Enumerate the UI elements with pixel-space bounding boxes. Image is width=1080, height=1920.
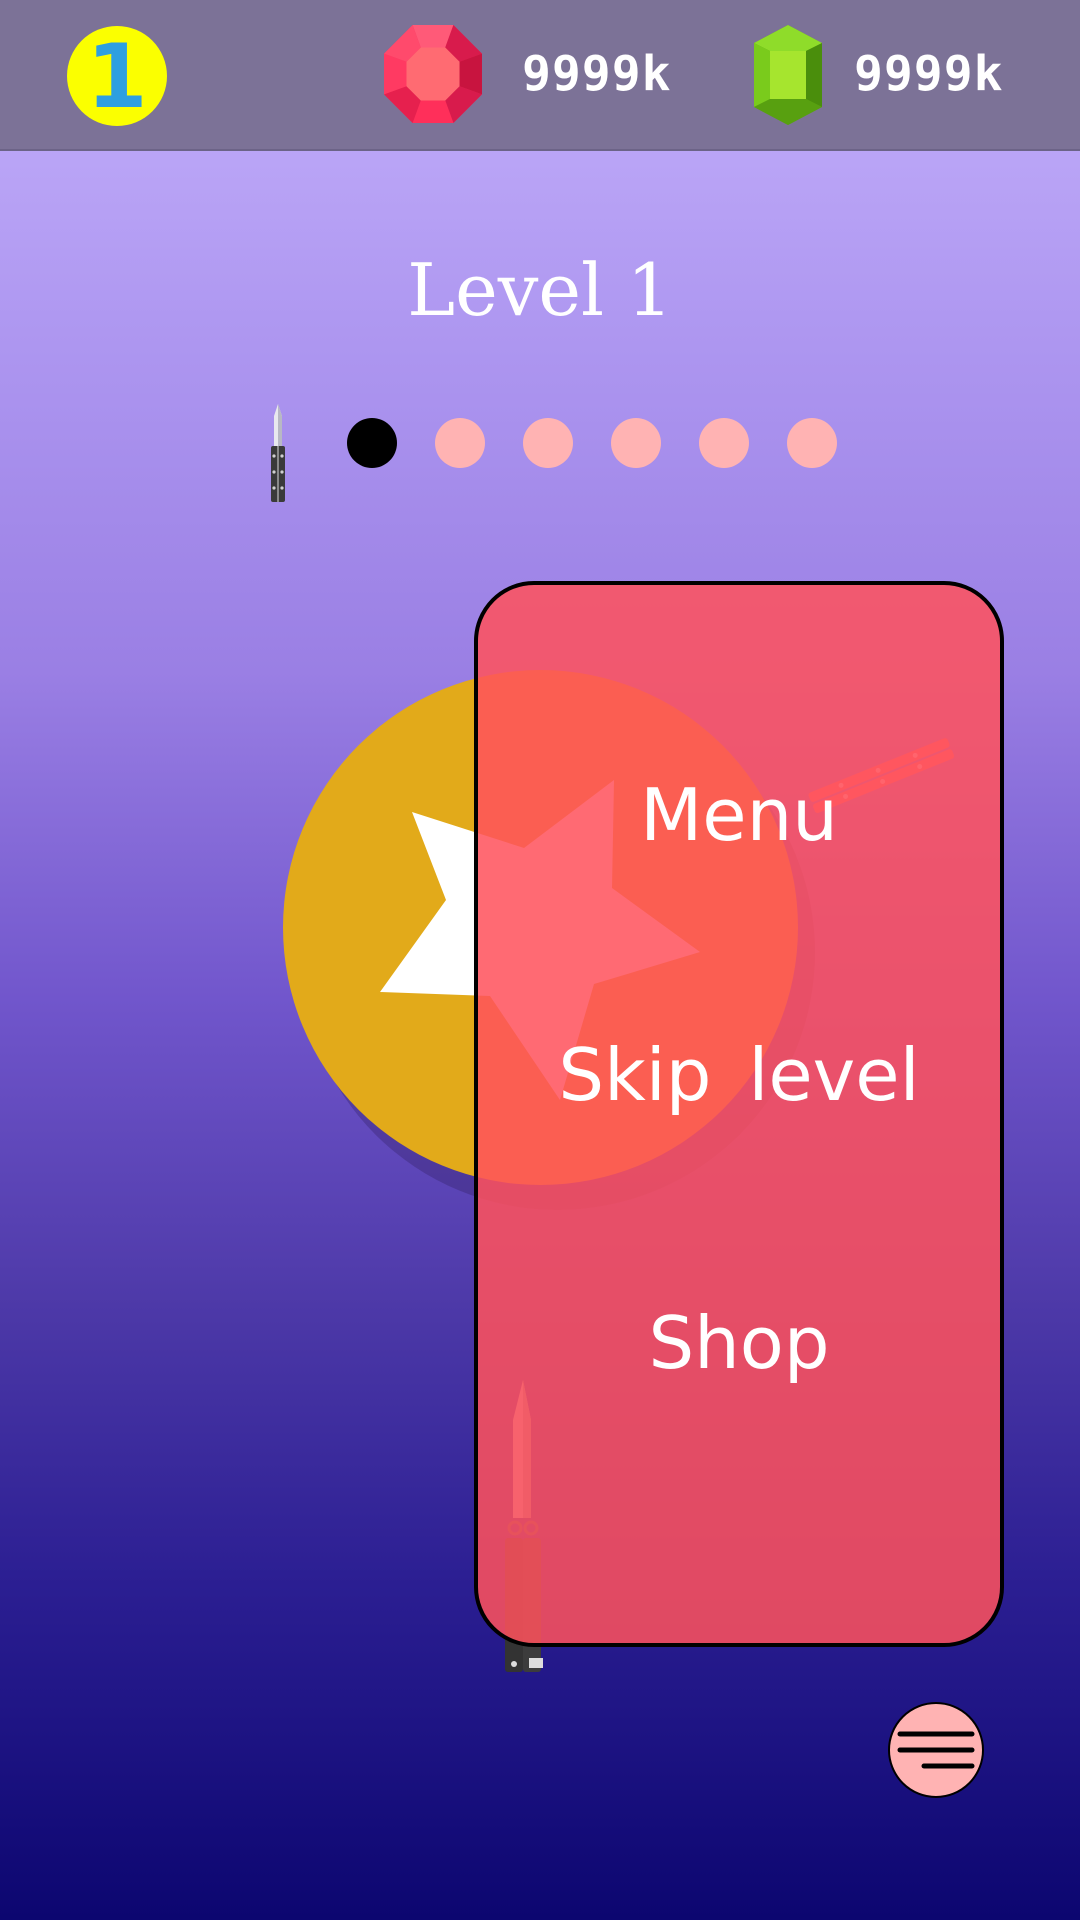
level-badge-number: 1 <box>86 25 148 128</box>
menu-button[interactable]: Menu <box>478 765 1000 865</box>
top-bar: 1 9999k 9999k <box>0 0 1080 151</box>
game-screen: 1 9999k 9999k Level 1 Menu Skip level Sh… <box>0 0 1080 1920</box>
level-title: Level 1 <box>407 248 673 332</box>
hamburger-icon <box>897 1731 975 1769</box>
stage-dot <box>523 418 573 468</box>
pause-menu-panel: Menu Skip level Shop <box>474 581 1004 1647</box>
emerald-amount: 9999k <box>854 46 1004 102</box>
stage-dot <box>699 418 749 468</box>
ruby-amount: 9999k <box>522 46 672 102</box>
skip-level-button[interactable]: Skip level <box>478 1025 1000 1125</box>
stage-dot <box>611 418 661 468</box>
emerald-gem-icon <box>754 25 822 125</box>
shop-button[interactable]: Shop <box>478 1293 1000 1393</box>
stage-dot-current <box>347 418 397 468</box>
stage-dot <box>787 418 837 468</box>
hamburger-menu-button[interactable] <box>888 1702 984 1798</box>
ruby-gem-icon <box>384 25 482 123</box>
level-badge: 1 <box>67 26 167 126</box>
stage-dot <box>435 418 485 468</box>
butterfly-knife-icon <box>271 404 285 502</box>
